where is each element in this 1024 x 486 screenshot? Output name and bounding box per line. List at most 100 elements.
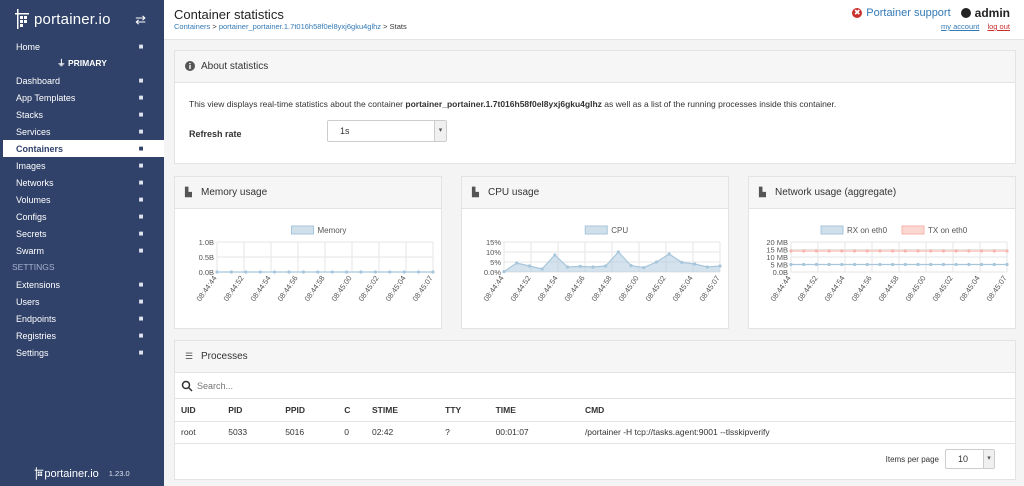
table-cell: 02:42 (366, 421, 440, 444)
legend-label: Memory (318, 226, 347, 235)
brand[interactable]: portainer.io ⇄ (0, 0, 164, 38)
data-point (802, 249, 806, 253)
database-icon: ■ (138, 331, 144, 340)
x-tick-label: 08:45:07 (985, 274, 1009, 303)
sitemap-icon: ■ (138, 178, 144, 187)
breadcrumb-containers[interactable]: Containers (174, 22, 210, 31)
sidebar-item-networks[interactable]: Networks ■ (0, 174, 164, 191)
sidebar: portainer.io ⇄ Home ■ ⏚ PRIMARY Dashboard… (0, 0, 164, 486)
sidebar-item-secrets[interactable]: Secrets ■ (0, 225, 164, 242)
column-header-time[interactable]: TIME (489, 399, 579, 422)
data-point (865, 262, 869, 267)
network-title: Network usage (aggregate) (775, 187, 897, 198)
sidebar-item-home[interactable]: Home ■ (0, 38, 164, 55)
sidebar-item-images[interactable]: Images ■ (0, 157, 164, 174)
sidebar-item-label: Containers (16, 143, 64, 154)
column-header-cmd[interactable]: CMD (578, 399, 1015, 422)
data-point (654, 260, 659, 264)
data-point (929, 249, 933, 253)
data-point (345, 270, 349, 274)
column-header-ppid[interactable]: PPID (279, 399, 339, 422)
x-tick-label: 08:44:56 (850, 274, 874, 303)
sidebar-item-label: Dashboard (16, 75, 61, 86)
memory-usage-widget: ▙ Memory usage Memory 1.0B 0.5B 0.0B 08:44:44… (174, 176, 442, 329)
tasks-icon: ☰ (185, 351, 194, 361)
column-header-c[interactable]: C (338, 399, 367, 422)
items-per-page-select[interactable]: 10 ▾ (945, 449, 995, 469)
sidebar-item-label: Stacks (16, 109, 44, 120)
x-tick-label: 08:44:44 (482, 274, 506, 303)
data-point (840, 262, 844, 267)
sidebar-item-stacks[interactable]: Stacks ■ (0, 106, 164, 123)
x-tick-label: 08:45:04 (671, 274, 695, 303)
user-circle-icon (960, 8, 971, 18)
sidebar-item-label: Configs (16, 211, 47, 222)
chevron-down-icon: ▾ (434, 121, 446, 141)
x-tick-label: 08:44:56 (276, 274, 300, 303)
data-point (591, 265, 595, 269)
data-point (992, 262, 996, 267)
sidebar-item-settings[interactable]: Settings ■ (0, 344, 164, 361)
data-point (553, 253, 557, 257)
data-point (515, 261, 519, 265)
column-header-stime[interactable]: STIME (366, 399, 440, 422)
data-point (616, 250, 620, 254)
x-tick-label: 08:45:00 (904, 274, 928, 303)
dashboard-icon: ■ (138, 76, 144, 85)
search-bar (175, 373, 1015, 399)
data-point (502, 270, 506, 274)
sidebar-item-services[interactable]: Services ■ (0, 123, 164, 140)
sidebar-item-configs[interactable]: Configs ■ (0, 208, 164, 225)
column-header-uid[interactable]: UID (175, 399, 223, 422)
sidebar-item-registries[interactable]: Registries ■ (0, 327, 164, 344)
sidebar-item-label: Images (16, 160, 46, 171)
my-account-link[interactable]: my account (941, 22, 979, 31)
life-ring-icon: ✖ (852, 8, 863, 18)
portainer-logo-icon (14, 9, 30, 29)
data-point (527, 264, 532, 268)
user-menu: admin (960, 6, 1010, 20)
about-header: About statistics (175, 51, 1015, 83)
x-tick-label: 08:44:58 (590, 274, 614, 303)
exchange-icon[interactable]: ⇄ (135, 12, 146, 28)
sidebar-item-endpoints[interactable]: Endpoints ■ (0, 310, 164, 327)
x-tick-label: 08:44:52 (222, 274, 246, 303)
column-header-pid[interactable]: PID (222, 399, 280, 422)
data-point (680, 260, 684, 264)
sidebar-item-dashboard[interactable]: Dashboard ■ (0, 72, 164, 89)
sidebar-item-containers[interactable]: Containers ■ (0, 140, 164, 157)
x-tick-label: 08:45:07 (411, 274, 435, 303)
search-input[interactable] (197, 380, 497, 391)
support-link[interactable]: ✖ Portainer support (852, 7, 951, 19)
data-point (941, 249, 946, 253)
sidebar-item-swarm[interactable]: Swarm ■ (0, 242, 164, 259)
legend-label: RX on eth0 (847, 226, 888, 235)
about-description: This view displays real-time statistics … (189, 99, 837, 109)
refresh-rate-select[interactable]: 1s ▾ (327, 120, 447, 142)
data-point (852, 249, 857, 253)
brand-text: portainer.io (34, 10, 111, 28)
sidebar-item-volumes[interactable]: Volumes ■ (0, 191, 164, 208)
about-title: About statistics (201, 61, 269, 72)
logout-link[interactable]: log out (987, 22, 1010, 31)
network-usage-widget: ▙ Network usage (aggregate) RX on eth0 TX … (748, 176, 1016, 329)
data-point (992, 249, 996, 253)
data-point (929, 262, 933, 267)
data-point (954, 262, 958, 267)
area-chart-icon: ▙ (759, 187, 766, 197)
data-point (840, 249, 844, 253)
processes-title: Processes (201, 351, 248, 362)
sidebar-item-users[interactable]: Users ■ (0, 293, 164, 310)
sidebar-item-app-templates[interactable]: App Templates ■ (0, 89, 164, 106)
sidebar-item-label: Swarm (16, 245, 45, 256)
y-tick-label: 1.0B (199, 238, 214, 247)
page-title: Container statistics (174, 7, 284, 22)
sidebar-item-label: Services (16, 126, 51, 137)
data-point (903, 249, 907, 253)
cpu-usage-widget: ▙ CPU usage CPU 15% 10% 5% 0.0% 08:44:44 08:44:… (461, 176, 729, 329)
column-header-tty[interactable]: TTY (439, 399, 490, 422)
memory-title: Memory usage (201, 187, 268, 198)
breadcrumb-container[interactable]: portainer_portainer.1.7t016h58f0el8yxj6g… (219, 22, 381, 31)
sidebar-item-extensions[interactable]: Extensions ■ (0, 276, 164, 293)
search-icon (181, 380, 193, 392)
